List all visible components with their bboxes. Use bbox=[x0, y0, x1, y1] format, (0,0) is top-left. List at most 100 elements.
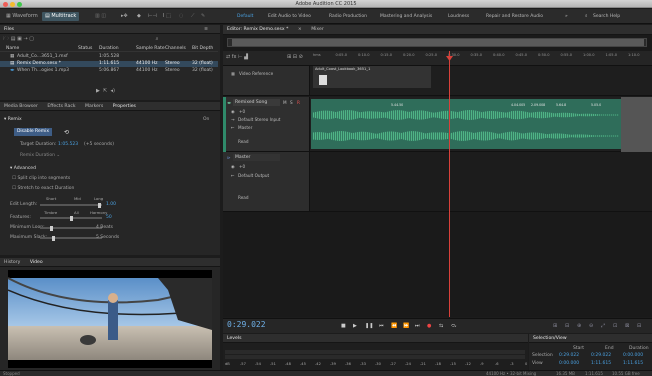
tab-video[interactable]: Video bbox=[30, 260, 43, 265]
spectral-display-icon[interactable]: ▥ ◫ bbox=[92, 12, 109, 21]
minimum-loop-knob[interactable] bbox=[50, 225, 53, 231]
video-clip[interactable]: Adult_Coast_Lookbook_3651_1 bbox=[313, 66, 431, 88]
zoom-out-full-icon[interactable]: ⤢ bbox=[601, 323, 605, 329]
zoom-in-time-icon[interactable]: ⊕ bbox=[577, 323, 581, 329]
zoom-in-icon[interactable]: ⊞ bbox=[287, 54, 291, 60]
eq-icon[interactable]: ▟ bbox=[244, 54, 248, 60]
skip-selection-icon[interactable]: ⤼ bbox=[451, 323, 456, 329]
workspace-radio-production[interactable]: Radio Production bbox=[329, 12, 367, 21]
time-ruler[interactable]: ⇄ fx ⊢ ▟ ⊞ ⊟ ⊘ hms 0:05.0 0:10.0 0:15.0 0:20… bbox=[223, 51, 652, 66]
playhead[interactable] bbox=[449, 51, 450, 317]
mute-button[interactable]: M bbox=[283, 100, 287, 105]
tab-editor[interactable]: Editor: Remix Demo.sesx * bbox=[227, 27, 288, 32]
workspaces-more-button[interactable]: » bbox=[565, 12, 568, 21]
tab-history[interactable]: History bbox=[4, 260, 20, 265]
file-row[interactable]: ◂▸ When Th...ogies 1.mp3 5:06.867 44100 … bbox=[0, 68, 218, 74]
features-value[interactable]: 50 bbox=[106, 215, 112, 220]
files-search-icon[interactable]: ⌕ bbox=[156, 36, 159, 42]
col-name[interactable]: Name bbox=[6, 46, 19, 52]
col-sample-rate[interactable]: Sample Rate bbox=[136, 46, 165, 52]
zoom-out-icon[interactable]: ⊟ bbox=[293, 54, 297, 60]
empty-track-area[interactable] bbox=[223, 212, 652, 317]
master-output[interactable]: Default Output bbox=[238, 173, 269, 178]
audio-track-remixed-song[interactable]: ◂▸ Remixed Song M S R ◉ +0 → Default Ste… bbox=[223, 97, 652, 152]
play-icon[interactable]: ▶ bbox=[96, 88, 100, 94]
fast-forward-icon[interactable]: ⏩ bbox=[403, 323, 409, 329]
master-automation-mode[interactable]: Read bbox=[238, 195, 249, 200]
overview-bar[interactable] bbox=[223, 35, 652, 51]
skip-previous-icon[interactable]: ⏮ bbox=[379, 323, 384, 329]
features-slider[interactable] bbox=[40, 215, 102, 221]
view-duration[interactable]: 1:11.615 bbox=[623, 361, 643, 366]
audio-clip-remixed-song[interactable]: 5.44.50 4.04.005 2.09.008 5.64.8 5.05.0 bbox=[311, 99, 621, 149]
export-icon[interactable]: ⇱ bbox=[103, 88, 107, 94]
levels-title[interactable]: Levels bbox=[227, 336, 242, 341]
edit-length-knob[interactable] bbox=[98, 202, 101, 208]
editor-tab-close-icon[interactable]: × bbox=[298, 27, 302, 32]
col-status[interactable]: Status bbox=[78, 46, 92, 52]
stop-icon[interactable]: ■ bbox=[341, 323, 346, 329]
insert-icon[interactable]: ⇢ bbox=[23, 36, 27, 42]
workspace-loudness[interactable]: Loudness bbox=[448, 12, 469, 21]
time-selection-tool-icon[interactable]: ⊢⊣ bbox=[145, 12, 160, 21]
maximum-slack-knob[interactable] bbox=[52, 235, 55, 241]
tab-properties[interactable]: Properties bbox=[113, 104, 136, 109]
tab-media-browser[interactable]: Media Browser bbox=[4, 104, 38, 109]
zoom-out-amplitude-icon[interactable]: ⊟ bbox=[565, 323, 569, 329]
selection-end[interactable]: 0:29.022 bbox=[591, 353, 611, 358]
delete-icon[interactable]: ▢ bbox=[29, 36, 34, 42]
volume-icon[interactable]: ◂) bbox=[110, 88, 114, 94]
files-tab[interactable]: Files bbox=[4, 27, 14, 32]
target-duration-value[interactable]: 1:05.523 bbox=[58, 142, 78, 147]
selection-duration[interactable]: 0:00.000 bbox=[623, 353, 643, 358]
workspace-edit-audio-to-video[interactable]: Edit Audio to Video bbox=[268, 12, 311, 21]
razor-tool-icon[interactable]: ◆ bbox=[134, 12, 144, 21]
zoom-navigator[interactable] bbox=[227, 38, 647, 47]
record-icon[interactable]: ● bbox=[427, 323, 431, 329]
tab-markers[interactable]: Markers bbox=[85, 104, 103, 109]
edit-length-value[interactable]: 1.00 bbox=[106, 202, 116, 207]
master-volume-knob-icon[interactable]: ◉ bbox=[231, 164, 235, 169]
remixed-song-name[interactable]: Remixed Song bbox=[233, 99, 280, 106]
maximum-slack-slider[interactable] bbox=[40, 235, 102, 241]
record-arm-button[interactable]: R bbox=[297, 100, 300, 105]
play-icon[interactable]: ▶ bbox=[353, 323, 357, 329]
import-icon[interactable]: ▤ bbox=[11, 36, 16, 42]
zoom-in-points-icon[interactable]: ⊠ bbox=[625, 323, 629, 329]
remixed-song-automation-mode[interactable]: Read bbox=[238, 139, 249, 144]
disable-remix-button[interactable]: Disable Remix bbox=[14, 128, 52, 136]
pause-icon[interactable]: ❚❚ bbox=[365, 323, 373, 329]
col-channels[interactable]: Channels bbox=[165, 46, 186, 52]
sends-icon[interactable]: ⊢ bbox=[238, 54, 242, 60]
snap-icon[interactable]: ⇄ bbox=[226, 54, 230, 60]
volume-knob-icon[interactable]: ◉ bbox=[231, 109, 235, 114]
zoom-in-amplitude-icon[interactable]: ⊞ bbox=[553, 323, 557, 329]
workspace-repair[interactable]: Repair and Restore Audio bbox=[486, 12, 543, 21]
lock-icon[interactable]: ⊘ bbox=[299, 54, 303, 60]
move-tool-icon[interactable]: ▸✥ bbox=[118, 12, 131, 21]
tab-mixer[interactable]: Mixer bbox=[311, 27, 324, 32]
file-row-selected[interactable]: ▤ Remix Demo.sesx * 1:11.615 44100 Hz St… bbox=[0, 61, 218, 67]
remixed-song-input[interactable]: Default Stereo Input bbox=[238, 117, 280, 122]
zoom-out-time-icon[interactable]: ⊖ bbox=[589, 323, 593, 329]
zoom-navigator-thumb[interactable] bbox=[232, 39, 644, 46]
selection-view-title[interactable]: Selection/View bbox=[533, 336, 567, 341]
file-row[interactable]: ▦ Adult_Co...3651_1.mxf 1:05.528 bbox=[0, 54, 218, 60]
col-duration[interactable]: Duration bbox=[99, 46, 119, 52]
open-file-icon[interactable]: 🗁 bbox=[3, 36, 9, 42]
advanced-section-header[interactable]: ▾ Advanced bbox=[10, 166, 36, 171]
lasso-tool-icon[interactable]: ◌ bbox=[176, 12, 186, 21]
workspace-mastering[interactable]: Mastering and Analysis bbox=[380, 12, 432, 21]
rewind-icon[interactable]: ⏪ bbox=[391, 323, 397, 329]
waveform-view-button[interactable]: ▦ Waveform bbox=[3, 12, 41, 21]
stretch-checkbox[interactable]: ☐ Stretch to exact Duration bbox=[12, 186, 74, 191]
remix-duration-dropdown[interactable]: Remix Duration ⌄ bbox=[20, 153, 60, 158]
view-start[interactable]: 0:00.000 bbox=[559, 361, 579, 366]
spot-healing-tool-icon[interactable]: ✎ bbox=[198, 12, 208, 21]
features-knob[interactable] bbox=[70, 215, 73, 221]
master-track-name[interactable]: Master bbox=[233, 154, 280, 161]
zoom-out-points-icon[interactable]: ⊟ bbox=[637, 323, 641, 329]
video-reference-track[interactable]: ▦ Video Reference Adult_Coast_Lookbook_3… bbox=[223, 66, 652, 96]
refresh-icon[interactable]: ⟲ bbox=[64, 129, 69, 136]
zoom-selection-icon[interactable]: ⊡ bbox=[613, 323, 617, 329]
